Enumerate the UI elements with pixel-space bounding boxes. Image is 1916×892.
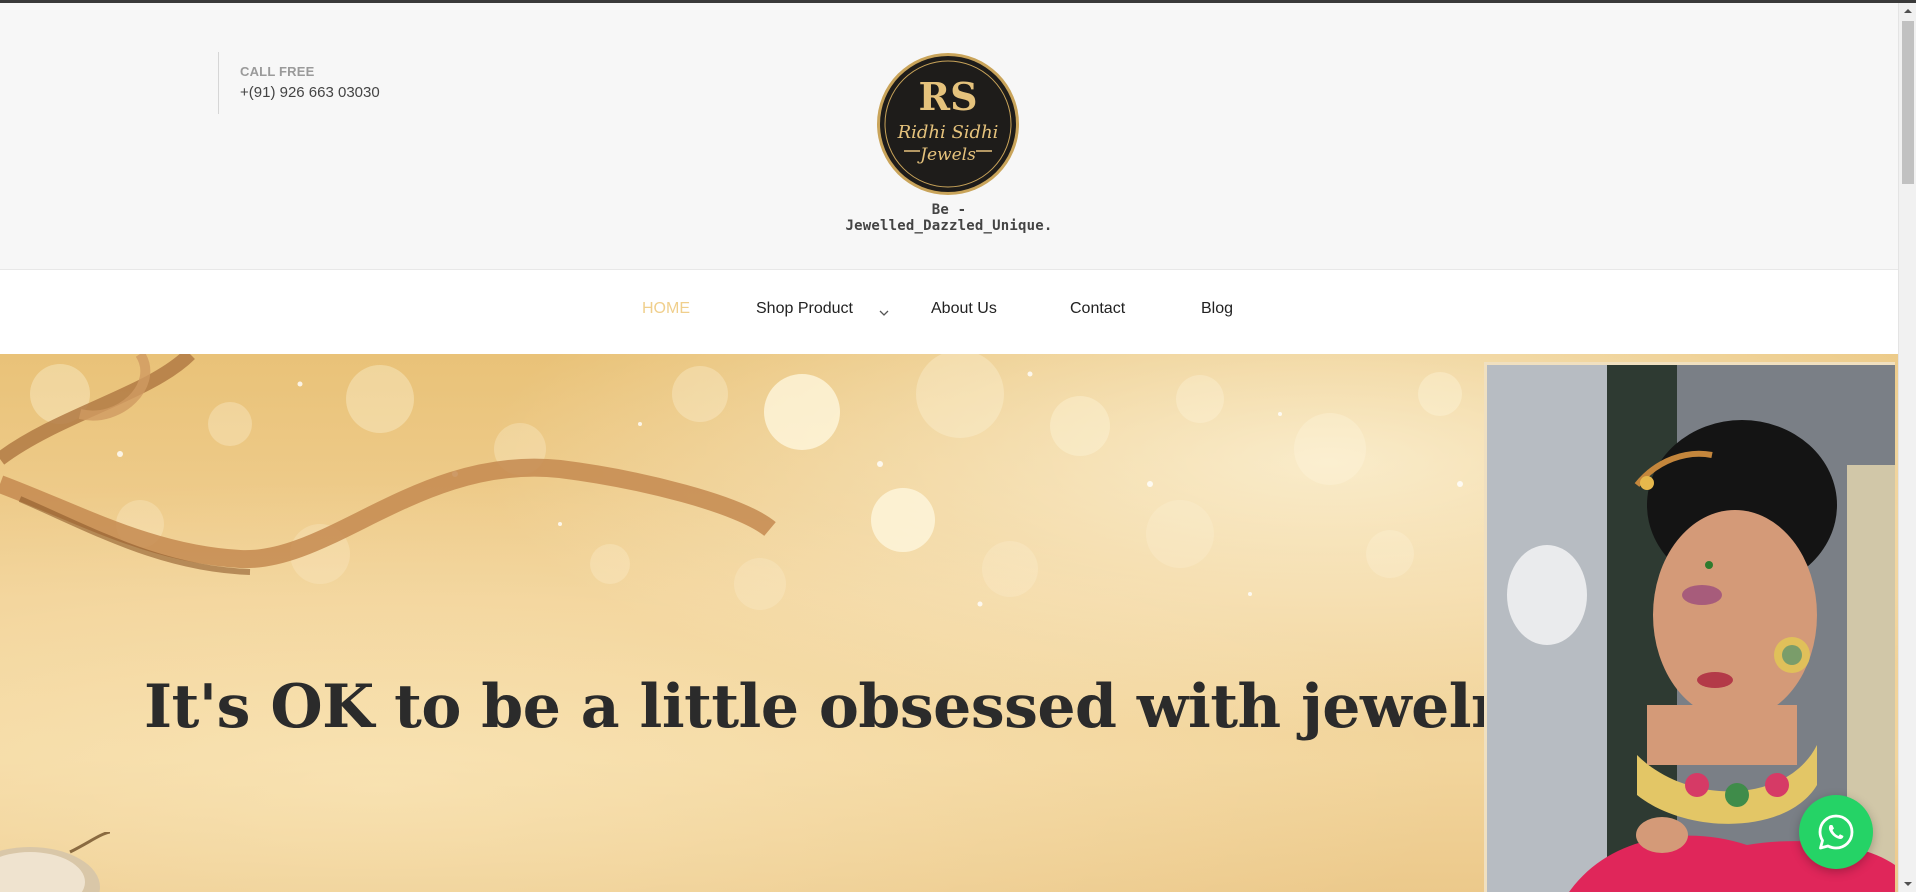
brand-tagline: Be - Jewelled_Dazzled_Unique. — [845, 202, 1053, 234]
site-header: CALL FREE +(91) 926 663 03030 RS Ridhi S… — [0, 3, 1898, 270]
logo-monogram: RS — [918, 74, 977, 119]
site-logo[interactable]: RS Ridhi Sidhi Jewels Be - Jewelled_Dazz… — [829, 52, 1069, 234]
hero-headline: It's OK to be a little obsessed with jew… — [144, 672, 1537, 742]
logo-brand-line2: Jewels — [917, 145, 976, 165]
jewelry-purse-decoration — [0, 832, 110, 892]
whatsapp-chat-button[interactable] — [1799, 795, 1873, 869]
page-scrollbar[interactable] — [1898, 3, 1916, 892]
scroll-down-arrow-icon[interactable] — [1899, 876, 1916, 892]
whatsapp-icon — [1818, 814, 1854, 850]
logo-emblem: RS Ridhi Sidhi Jewels — [877, 53, 1019, 195]
nav-shop-product[interactable]: Shop Product — [756, 300, 853, 318]
scroll-up-arrow-icon[interactable] — [1899, 3, 1916, 19]
hero-banner: It's OK to be a little obsessed with jew… — [0, 354, 1898, 892]
call-free-block: CALL FREE +(91) 926 663 03030 — [218, 52, 380, 114]
logo-brand-line1: Ridhi Sidhi — [897, 122, 999, 143]
nav-home[interactable]: HOME — [642, 300, 690, 318]
chevron-down-icon[interactable] — [877, 306, 891, 320]
call-free-label: CALL FREE — [240, 64, 315, 79]
phone-number-link[interactable]: +(91) 926 663 03030 — [240, 84, 380, 101]
nav-about-us[interactable]: About Us — [931, 300, 997, 318]
gold-ribbon-decoration — [0, 354, 776, 575]
nav-blog[interactable]: Blog — [1201, 300, 1233, 318]
main-navigation: HOME Shop Product About Us Contact Blog — [0, 270, 1898, 354]
scrollbar-thumb[interactable] — [1902, 21, 1914, 184]
nav-contact[interactable]: Contact — [1070, 300, 1125, 318]
